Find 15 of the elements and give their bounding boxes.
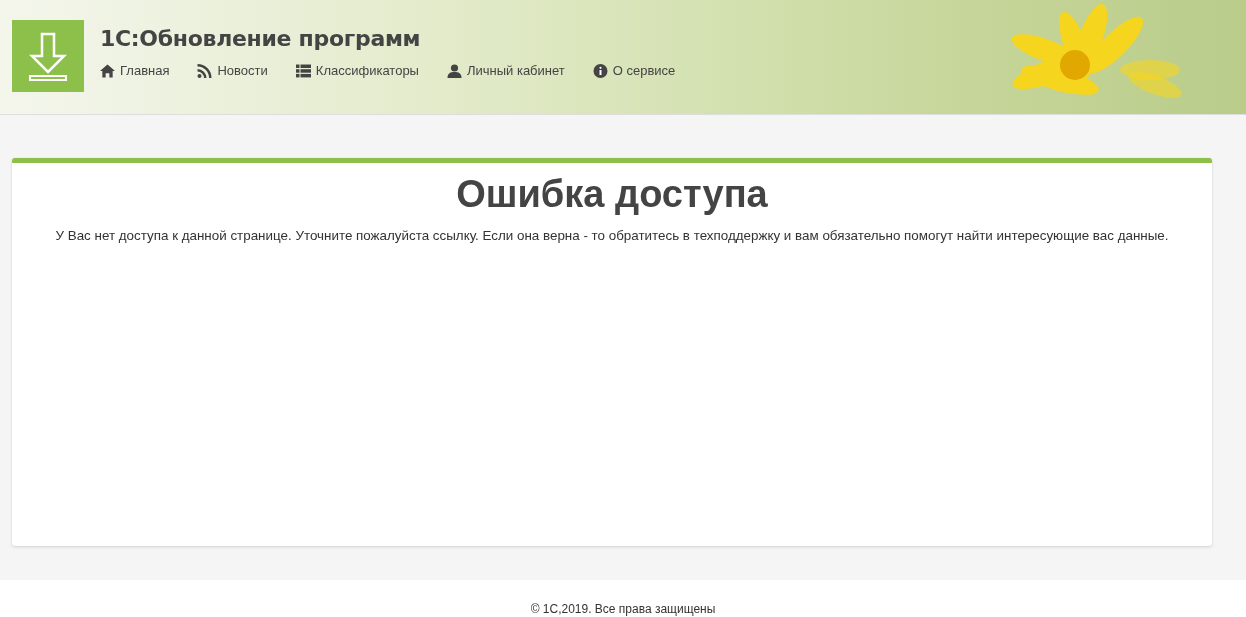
user-icon [446, 63, 462, 78]
nav-link[interactable]: Классификаторы [295, 63, 419, 78]
nav-link[interactable]: Личный кабинет [446, 63, 565, 78]
download-logo-icon [12, 20, 84, 92]
error-message: У Вас нет доступа к данной странице. Уточните пожалуйста ссылку. Если она верна - то обратитесь в техподдержку и вам обязательно помогут найти интересующие вас данные. [54, 228, 1170, 243]
site-title: 1С:Обновление программ [100, 26, 422, 51]
info-icon [592, 63, 608, 78]
copyright-text: © 1С,2019. Все права защищены [530, 602, 716, 616]
nav-link[interactable]: О сервисе [592, 63, 676, 78]
home-icon [100, 63, 115, 78]
error-heading: Ошибка доступа [455, 173, 769, 216]
rss-icon [197, 63, 213, 78]
nav-link[interactable]: Главная [100, 63, 170, 78]
nav-link[interactable]: Новости [197, 63, 268, 78]
list-icon [295, 63, 311, 78]
